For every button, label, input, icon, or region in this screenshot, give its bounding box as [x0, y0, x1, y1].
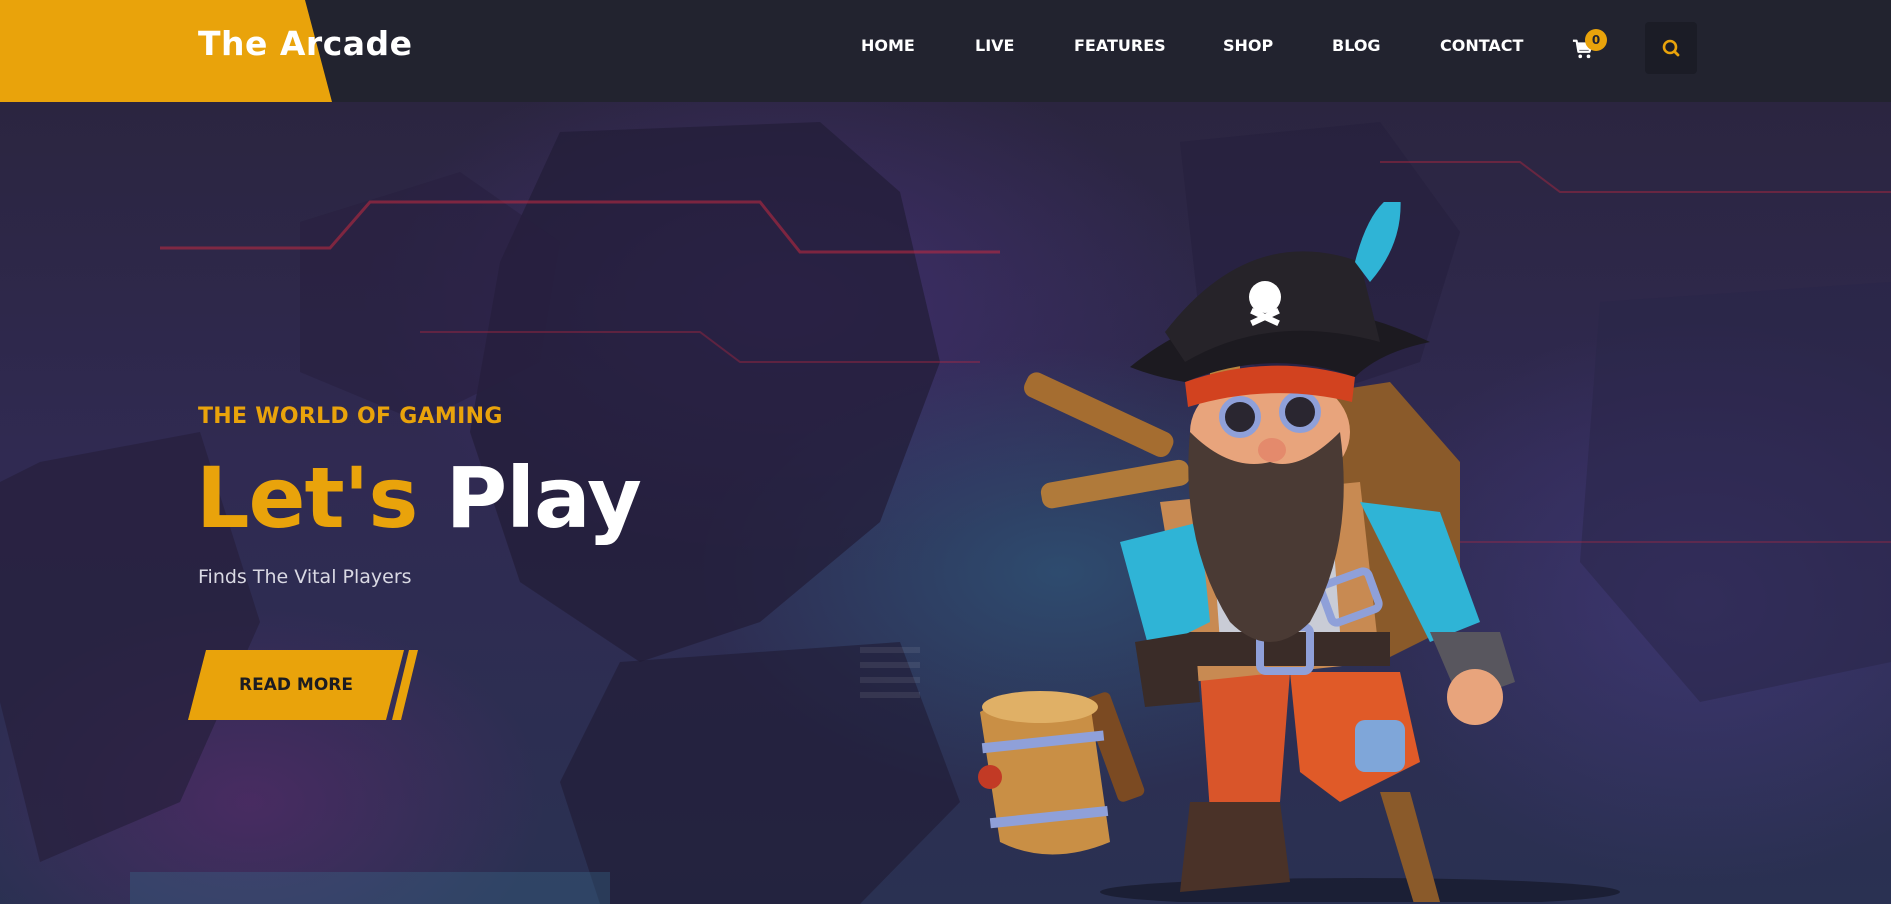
hero-tagline: Finds The Vital Players [198, 566, 412, 588]
search-button[interactable] [1645, 22, 1697, 74]
hero-section: THE WORLD OF GAMING Let's Play Finds The… [0, 102, 1891, 904]
cart-count-badge: 0 [1585, 29, 1607, 51]
nav-shop[interactable]: SHOP [1223, 36, 1273, 55]
search-icon [1662, 39, 1680, 57]
hero-headline: Let's Play [196, 448, 642, 548]
hero-eyebrow: THE WORLD OF GAMING [198, 404, 503, 429]
site-logo[interactable]: The Arcade [198, 24, 413, 63]
nav-contact[interactable]: CONTACT [1440, 36, 1523, 55]
read-more-label: READ MORE [239, 675, 353, 695]
nav-features[interactable]: FEATURES [1074, 36, 1166, 55]
pirate-dwarf-illustration [978, 202, 1620, 902]
headline-word-1: Let's [196, 449, 418, 547]
nav-blog[interactable]: BLOG [1332, 36, 1381, 55]
nav-live[interactable]: LIVE [975, 36, 1014, 55]
site-header: The Arcade HOME LIVE FEATURES SHOP BLOG … [0, 0, 1891, 102]
read-more-button[interactable]: READ MORE [188, 650, 404, 720]
nav-home[interactable]: HOME [861, 36, 915, 55]
headline-word-2: Play [445, 449, 642, 547]
